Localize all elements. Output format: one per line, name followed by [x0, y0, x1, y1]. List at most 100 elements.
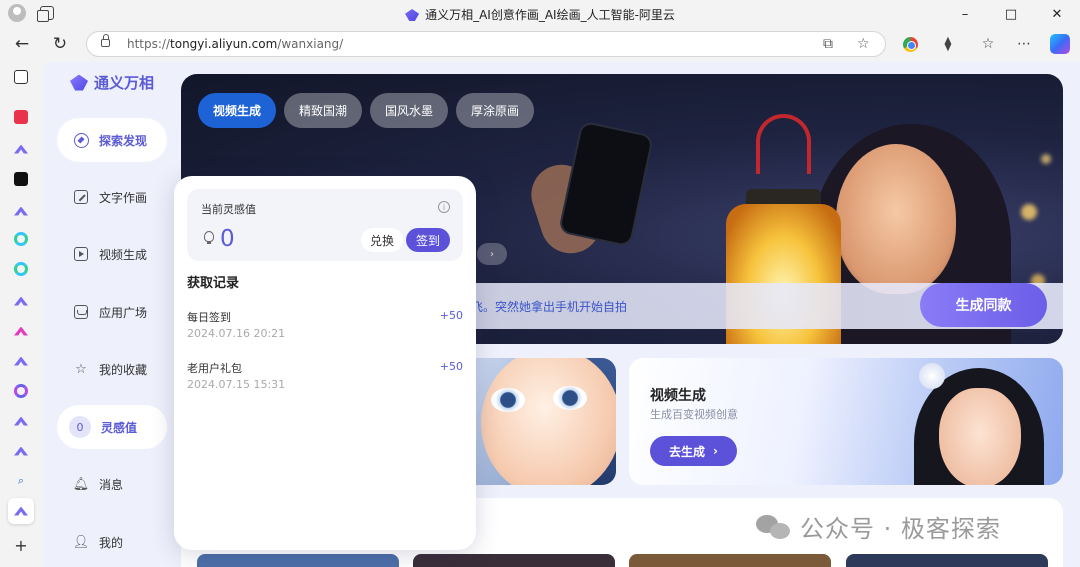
menu-item-messages[interactable]: 🔔︎ 消息 — [57, 462, 167, 506]
ring-app-icon[interactable] — [12, 230, 30, 248]
extensions-puzzle-icon[interactable]: ⧫ — [938, 34, 958, 54]
more-menu-icon[interactable]: ⋯ — [1014, 34, 1034, 54]
edge-vertical-sidebar: ⌕ + — [0, 60, 42, 567]
tab-title: 通义万相_AI创意作画_AI绘画_人工智能-阿里云 — [425, 8, 675, 22]
app-available-icon[interactable]: ⧉ — [823, 36, 833, 52]
go-generate-button[interactable]: 去生成 › — [650, 436, 737, 466]
sidebar-tabs-icon[interactable] — [12, 68, 30, 86]
search-icon[interactable]: ⌕ — [12, 472, 30, 490]
card-image-face — [939, 388, 1021, 485]
chrome-extension-icon[interactable] — [900, 34, 920, 54]
banner-image-lantern-hook — [756, 114, 811, 174]
menu-item-label: 消息 — [99, 477, 124, 492]
edit-icon — [73, 189, 89, 205]
card-image-face — [481, 358, 616, 485]
tongyi-app-active-icon[interactable] — [8, 498, 34, 524]
records-title: 获取记录 — [187, 276, 240, 291]
minimize-button[interactable]: – — [942, 0, 988, 28]
menu-item-favorites[interactable]: ☆ 我的收藏 — [57, 347, 167, 391]
gallery-thumbnail[interactable] — [846, 554, 1048, 567]
ai-app-icon[interactable] — [12, 322, 30, 340]
window-title: 通义万相_AI创意作画_AI绘画_人工智能-阿里云 — [0, 6, 1080, 23]
tongyi-app-icon[interactable] — [12, 352, 30, 370]
tag-video[interactable]: 视频生成 — [198, 93, 277, 128]
back-button[interactable]: ← — [10, 32, 34, 56]
user-icon: 👤︎ — [72, 534, 90, 550]
banner-image-phone — [560, 122, 652, 246]
tongyi-app-icon[interactable] — [12, 202, 30, 220]
balance-box: 当前灵感值 i 0 兑换 签到 — [187, 189, 463, 261]
tag-guochao[interactable]: 精致国潮 — [284, 93, 363, 128]
brand-logo[interactable]: 通义万相 — [70, 72, 154, 93]
address-bar[interactable]: https://tongyi.aliyun.com/wanxiang/ ⧉ ☆ — [86, 31, 886, 57]
video-card-title: 视频生成 — [650, 388, 706, 404]
card-image-eye — [553, 386, 587, 410]
lock-icon[interactable] — [101, 34, 110, 47]
ring-app-icon[interactable] — [12, 260, 30, 278]
prompt-text: 飞。突然她拿出手机开始自拍 — [471, 300, 628, 314]
close-button[interactable]: ✕ — [1034, 0, 1080, 28]
record-date: 2024.07.15 15:31 — [187, 378, 286, 391]
bell-icon: 🔔︎ — [72, 476, 90, 492]
inspiration-popup: 当前灵感值 i 0 兑换 签到 获取记录 每日签到 2024.07.16 20:… — [174, 176, 476, 550]
checkin-button[interactable]: 签到 — [406, 228, 450, 252]
tongyi-logo-icon — [405, 9, 420, 21]
d-app-icon[interactable] — [12, 382, 30, 400]
compass-icon — [73, 132, 89, 148]
menu-item-text-to-image[interactable]: 文字作画 — [57, 175, 167, 219]
banner-next-icon[interactable]: › — [477, 243, 507, 265]
favorite-star-icon[interactable]: ☆ — [857, 36, 870, 52]
menu-item-app-square[interactable]: 应用广场 — [57, 290, 167, 334]
video-generation-card[interactable]: 视频生成 生成百变视频创意 去生成 › — [629, 358, 1063, 485]
card-image-eye — [491, 388, 525, 412]
banner-image-face — [836, 144, 956, 294]
watermark-text: 公众号 · 极客探索 — [800, 515, 1001, 543]
v-app-icon[interactable] — [12, 170, 30, 188]
watermark: 公众号 · 极客探索 — [756, 509, 1001, 544]
menu-item-label: 应用广场 — [99, 305, 148, 320]
menu-item-inspiration[interactable]: 0 灵感值 — [57, 405, 167, 449]
star-icon: ☆ — [75, 361, 87, 377]
tag-ink[interactable]: 国风水墨 — [370, 93, 449, 128]
exchange-button[interactable]: 兑换 — [361, 228, 403, 252]
menu-item-label: 视频生成 — [99, 247, 148, 262]
gallery-thumbnail[interactable] — [629, 554, 831, 567]
menu-item-video[interactable]: 视频生成 — [57, 232, 167, 276]
tongyi-app-icon[interactable] — [12, 412, 30, 430]
store-icon — [73, 304, 89, 320]
card-image-flower — [919, 363, 945, 389]
menu-item-label: 文字作画 — [99, 190, 148, 205]
chevron-right-icon: › — [713, 444, 718, 458]
red-app-icon[interactable] — [12, 108, 30, 126]
generate-same-button[interactable]: 生成同款 — [920, 283, 1047, 327]
play-icon — [73, 246, 89, 262]
menu-item-label: 我的收藏 — [99, 362, 148, 377]
info-icon[interactable]: i — [438, 201, 450, 213]
record-name: 每日签到 — [187, 311, 231, 324]
url-text[interactable]: https://tongyi.aliyun.com/wanxiang/ — [127, 37, 343, 51]
menu-item-label: 我的 — [99, 535, 124, 550]
tag-oil[interactable]: 厚涂原画 — [456, 93, 535, 128]
go-generate-label: 去生成 — [669, 444, 706, 459]
menu-item-explore[interactable]: 探索发现 — [57, 118, 167, 162]
tongyi-app-icon[interactable] — [12, 292, 30, 310]
record-points: +50 — [439, 309, 463, 322]
balance-label: 当前灵感值 — [201, 203, 256, 216]
menu-item-profile[interactable]: 👤︎ 我的 — [57, 520, 167, 564]
favorites-icon[interactable]: ☆ — [978, 34, 998, 54]
maximize-button[interactable]: □ — [988, 0, 1034, 28]
record-points: +50 — [439, 360, 463, 373]
tongyi-app-icon[interactable] — [12, 442, 30, 460]
gallery-thumbnail[interactable] — [413, 554, 615, 567]
title-bar: 通义万相_AI创意作画_AI绘画_人工智能-阿里云 – □ ✕ — [0, 0, 1080, 28]
gallery-thumbnail[interactable] — [197, 554, 399, 567]
refresh-button[interactable]: ↻ — [48, 32, 72, 56]
record-item: 每日签到 2024.07.16 20:21 +50 — [187, 309, 463, 349]
copilot-icon[interactable] — [1050, 34, 1070, 54]
wechat-icon — [756, 513, 792, 541]
tongyi-app-icon[interactable] — [12, 140, 30, 158]
add-icon[interactable]: + — [12, 536, 30, 555]
menu-item-label: 探索发现 — [99, 133, 148, 148]
style-tag-row: 视频生成 精致国潮 国风水墨 厚涂原画 — [198, 93, 535, 128]
menu-item-label: 灵感值 — [101, 420, 138, 435]
